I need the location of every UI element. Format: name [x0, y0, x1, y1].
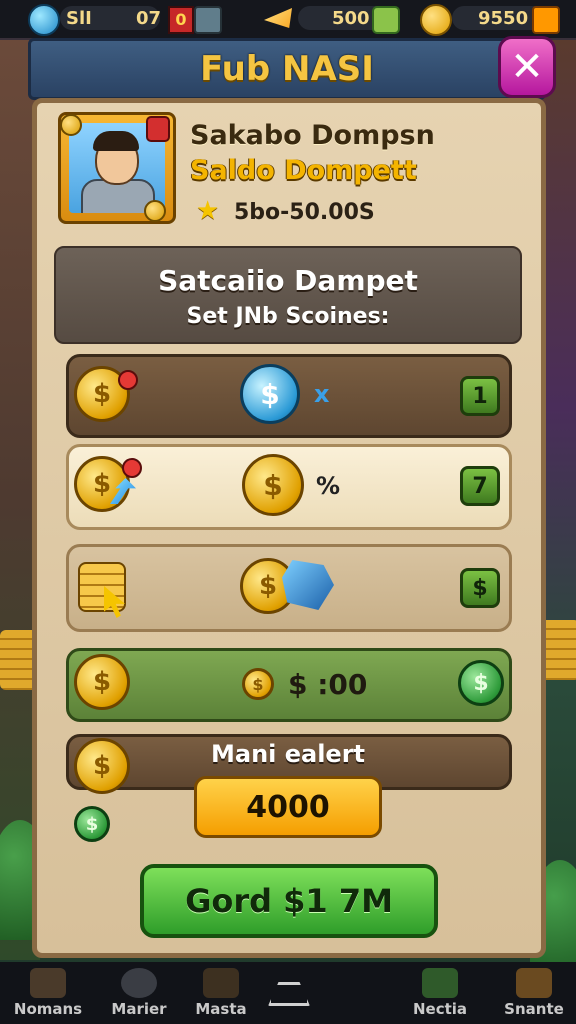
green-coin-icon: $ — [74, 806, 110, 842]
chat-icon — [422, 968, 458, 998]
small-coin-icon: $ — [242, 668, 274, 700]
nav-item-market[interactable]: Marier — [104, 962, 174, 1024]
nav-item-master[interactable]: Masta — [188, 962, 254, 1024]
blue-coin-icon: $ — [240, 364, 300, 424]
coin-icon: $ — [242, 454, 304, 516]
star-icon: ★ — [196, 196, 220, 226]
nav-label: Marier — [111, 1000, 167, 1018]
resource-label: SlI — [66, 8, 92, 29]
resource-count: 07 — [136, 8, 162, 29]
home-icon — [30, 968, 66, 998]
map-icon — [203, 968, 239, 998]
wallet-label: Saldo Dompett — [190, 155, 417, 186]
dialog-header: Fub NASI — [28, 38, 546, 100]
nav-label: Nectia — [412, 1000, 468, 1018]
gear-icon[interactable] — [194, 6, 222, 34]
confirm-button[interactable]: Gord $1 7M — [140, 864, 438, 938]
count-badge[interactable]: 7 — [460, 466, 500, 506]
coin-balance: 9550 — [478, 8, 529, 29]
row-amount: $ :00 — [288, 668, 368, 701]
count-badge[interactable]: 1 — [460, 376, 500, 416]
red-counter-badge: 0 — [168, 6, 194, 34]
nav-item-shop[interactable]: Snante — [496, 962, 572, 1024]
plus-icon — [122, 458, 142, 478]
avatar-hair — [93, 131, 139, 151]
notification-badge — [146, 116, 170, 142]
nav-item-home[interactable]: Nomans — [10, 962, 86, 1024]
plus-icon — [118, 370, 138, 390]
nav-label: Snante — [504, 1000, 564, 1018]
nav-label: Masta — [195, 1000, 247, 1018]
score-value: 5bo-50.00S — [234, 200, 375, 225]
dialog-title: Fub NASI — [200, 49, 374, 89]
nav-item-news[interactable]: Nectia — [404, 962, 476, 1024]
multiply-symbol: x — [314, 380, 330, 408]
horn-icon — [264, 8, 292, 28]
currency-badge[interactable]: $ — [460, 568, 500, 608]
player-name: Sakabo Dompsn — [190, 120, 435, 151]
amount-input-button[interactable]: 4000 — [194, 776, 382, 838]
gem-icon — [28, 4, 60, 36]
coin-icon — [60, 114, 82, 136]
coin-icon: $ — [74, 654, 130, 710]
shop-icon — [516, 968, 552, 998]
close-button[interactable]: ✕ — [498, 36, 556, 98]
resource-amount: 500 — [332, 8, 370, 29]
top-resource-bar: SlI 07 0 500 9550 — [0, 0, 576, 38]
currency-badge[interactable]: $ — [458, 660, 504, 706]
percent-symbol: % — [316, 472, 341, 500]
nav-label: Nomans — [13, 1000, 83, 1018]
add-resource-icon[interactable] — [372, 6, 400, 34]
shop-icon[interactable] — [532, 6, 560, 34]
coin-icon — [420, 4, 452, 36]
coin-icon — [144, 200, 166, 222]
gear-icon — [121, 968, 157, 998]
info-title: Satcaiio Dampet — [158, 264, 418, 297]
close-icon: ✕ — [510, 44, 544, 90]
coin-stack-icon — [78, 562, 126, 612]
info-subtitle: Set JNb Scoines: — [186, 304, 390, 329]
manual-amount-label: Mani ealert — [210, 740, 366, 768]
info-box: Satcaiio Dampet Set JNb Scoines: — [54, 246, 522, 344]
